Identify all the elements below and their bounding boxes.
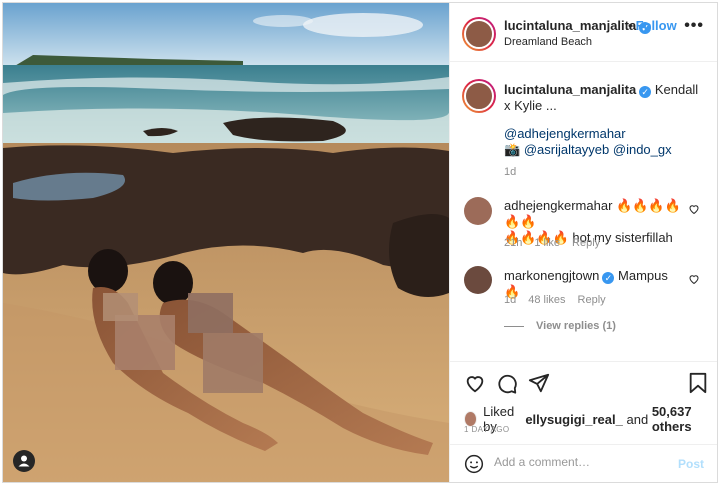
caption-mention-3[interactable]: @indo_gx <box>613 142 672 157</box>
separator-dot: • <box>628 18 633 33</box>
liked-by-and: and <box>626 411 649 427</box>
comment-reply-button[interactable]: Reply <box>578 294 606 306</box>
post-comment-button[interactable]: Post <box>678 457 704 471</box>
camera-emoji: 📸 <box>504 142 521 157</box>
liked-by-user[interactable]: ellysugigi_real_ <box>525 412 623 427</box>
comment-meta: 1d 48 likes Reply <box>504 294 618 306</box>
add-comment-bar: Post <box>450 444 717 482</box>
beach-photo-illustration <box>3 3 449 482</box>
comment-likes[interactable]: 1 like <box>534 237 560 249</box>
caption-text-block: lucintaluna_manjalita ✓ Kendall x Kylie .… <box>504 82 700 114</box>
post-actions: Liked by ellysugigi_real_ and 50,637 oth… <box>450 361 717 482</box>
comment-time: 21h <box>504 237 523 249</box>
post-location[interactable]: Dreamland Beach <box>504 36 592 48</box>
comment-username[interactable]: markonengjtown <box>504 268 599 283</box>
instagram-post-window: lucintaluna_manjalita ✓ Dreamland Beach •… <box>2 2 718 483</box>
caption-username[interactable]: lucintaluna_manjalita <box>504 82 636 97</box>
post-photo[interactable] <box>3 3 449 482</box>
bookmark-icon[interactable] <box>688 372 708 394</box>
comment-username[interactable]: adhejengkermahar <box>504 198 612 213</box>
smiley-icon[interactable] <box>464 454 484 474</box>
follow-button[interactable]: Follow <box>636 18 677 33</box>
comments-section[interactable]: lucintaluna_manjalita ✓ Kendall x Kylie .… <box>450 63 717 361</box>
more-options-icon[interactable]: ••• <box>684 17 704 35</box>
comment-reply-button[interactable]: Reply <box>572 237 600 249</box>
comment-icon[interactable] <box>496 372 518 394</box>
caption-author-avatar[interactable] <box>462 79 496 113</box>
heart-icon[interactable] <box>464 372 486 394</box>
caption-time: 1d <box>504 166 517 178</box>
post-header: lucintaluna_manjalita ✓ Dreamland Beach •… <box>450 3 717 62</box>
post-time-ago[interactable]: 1 DAY AGO <box>464 425 510 434</box>
author-username[interactable]: lucintaluna_manjalita <box>504 18 636 33</box>
likes-count[interactable]: 50,637 others <box>652 404 717 434</box>
replies-divider <box>504 326 524 327</box>
view-replies-link[interactable]: View replies (1) <box>536 320 616 332</box>
verified-badge-icon: ✓ <box>602 272 615 284</box>
add-comment-input[interactable] <box>494 455 664 469</box>
user-tag-icon[interactable] <box>13 450 35 472</box>
caption-mentions-line: 📸 @asrijaltayyeb @indo_gx <box>504 142 672 158</box>
comment-meta: 21h 1 like Reply <box>504 237 612 249</box>
paper-plane-icon[interactable] <box>528 372 550 394</box>
follow-area: • Follow <box>628 18 677 33</box>
comment-time: 1d <box>504 294 517 306</box>
comment-likes[interactable]: 48 likes <box>528 294 565 306</box>
caption-mention-2[interactable]: @asrijaltayyeb <box>524 142 609 157</box>
comment-avatar[interactable] <box>464 266 492 294</box>
comment-avatar[interactable] <box>464 197 492 225</box>
caption-mention-1[interactable]: @adhejengkermahar <box>504 126 626 142</box>
comment-like-heart-icon[interactable] <box>688 273 700 285</box>
author-avatar[interactable] <box>462 17 496 51</box>
post-side-panel: lucintaluna_manjalita ✓ Dreamland Beach •… <box>449 3 717 482</box>
comment-like-heart-icon[interactable] <box>688 203 700 215</box>
verified-badge-icon: ✓ <box>639 86 652 98</box>
